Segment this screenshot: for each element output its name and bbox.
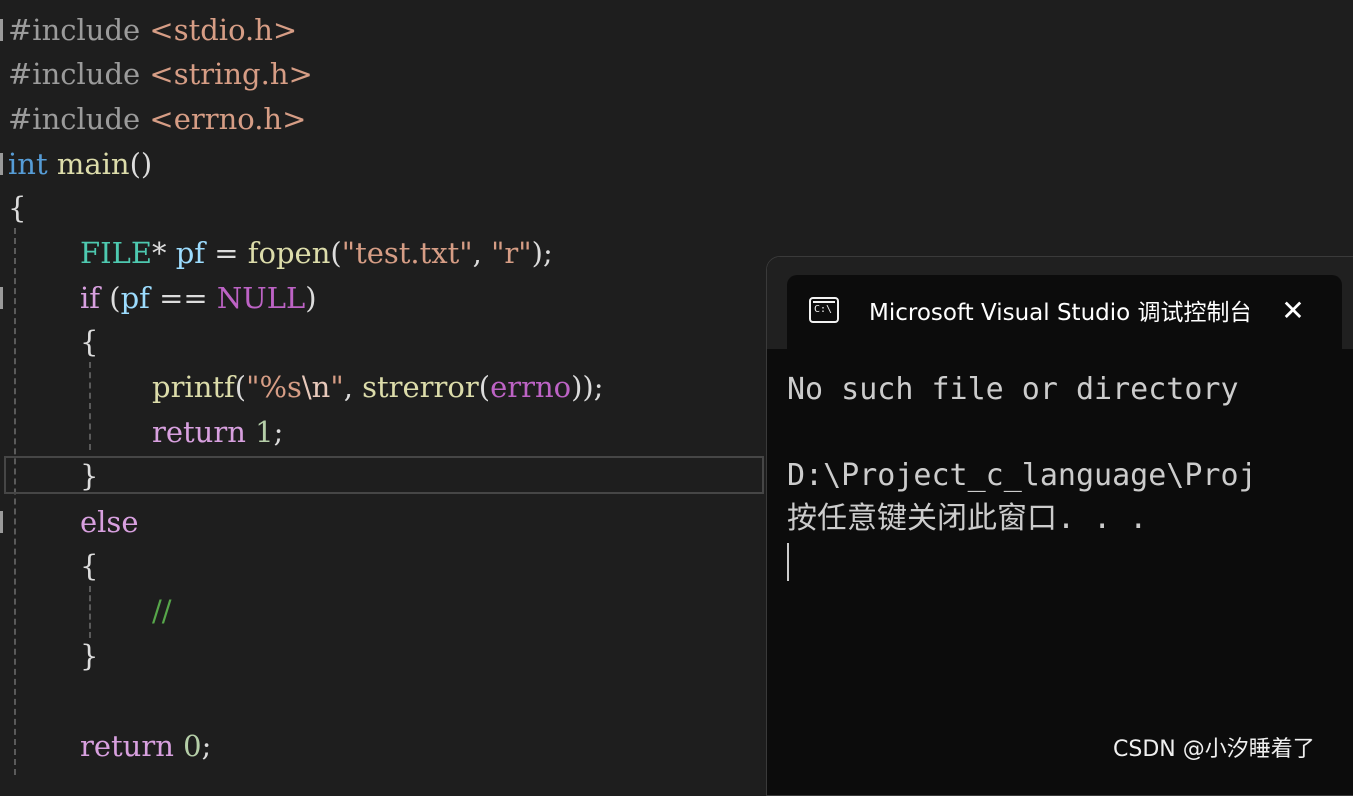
- type-name: FILE: [80, 236, 153, 270]
- indent-guide: [89, 362, 91, 450]
- macro-errno: errno: [490, 370, 572, 404]
- console-tab-title: Microsoft Visual Studio 调试控制台: [869, 300, 1249, 326]
- include-header: <stdio.h>: [149, 13, 298, 47]
- number-literal: 1: [255, 415, 274, 449]
- paren-close: ): [582, 370, 594, 404]
- paren-open: (: [478, 370, 491, 404]
- open-brace: {: [8, 191, 27, 225]
- open-brace: {: [80, 325, 99, 359]
- console-output-line: D:\Project_c_language\Proj: [787, 458, 1257, 493]
- close-tab-button[interactable]: ✕: [1277, 295, 1309, 327]
- code-line-10[interactable]: return 1;: [152, 410, 283, 455]
- code-line-14[interactable]: //: [152, 589, 172, 634]
- close-brace: }: [80, 459, 99, 493]
- paren-open: (: [330, 236, 342, 270]
- equality-operator: ==: [159, 281, 208, 315]
- assign-operator: =: [214, 236, 239, 270]
- preprocessor-directive: #include: [8, 57, 141, 91]
- code-line-8[interactable]: {: [80, 320, 98, 365]
- current-line-highlight: [4, 456, 764, 494]
- function-call: fopen: [247, 236, 331, 270]
- string-literal: "%s: [246, 370, 302, 404]
- terminal-icon: C:\: [809, 297, 839, 323]
- comment: //: [152, 594, 172, 628]
- comma: ,: [343, 370, 353, 404]
- function-call: strerror: [362, 370, 479, 404]
- string-literal: "test.txt": [341, 236, 473, 270]
- text-cursor: [787, 543, 789, 581]
- paren-close: ): [531, 236, 543, 270]
- fold-marker[interactable]: [0, 153, 3, 175]
- code-line-9[interactable]: printf("%s\n", strerror(errno));: [152, 365, 604, 410]
- code-line-12[interactable]: else: [80, 500, 138, 545]
- code-line-2[interactable]: #include <string.h>: [8, 52, 313, 97]
- preprocessor-directive: #include: [8, 102, 141, 136]
- variable-pf: pf: [175, 236, 206, 270]
- code-line-5[interactable]: {: [8, 186, 26, 231]
- keyword-int: int: [8, 147, 48, 181]
- string-literal: ": [330, 370, 344, 404]
- keyword-return: return: [152, 415, 246, 449]
- code-line-11[interactable]: }: [80, 454, 98, 499]
- fold-marker[interactable]: [0, 511, 3, 533]
- keyword-else: else: [80, 505, 139, 539]
- comma: ,: [472, 236, 482, 270]
- semicolon: ;: [593, 370, 604, 404]
- close-brace: }: [80, 639, 99, 673]
- pointer-operator: *: [152, 236, 167, 270]
- punctuation: (): [129, 147, 153, 181]
- code-line-7[interactable]: if (pf == NULL): [80, 276, 317, 321]
- keyword-if: if: [80, 281, 101, 315]
- console-tab[interactable]: C:\ Microsoft Visual Studio 调试控制台 ✕: [787, 275, 1342, 355]
- code-line-6[interactable]: FILE* pf = fopen("test.txt", "r");: [80, 231, 553, 276]
- function-name: main: [56, 147, 130, 181]
- debug-console-window[interactable]: C:\ Microsoft Visual Studio 调试控制台 ✕ No s…: [766, 256, 1353, 796]
- console-output-line: No such file or directory: [787, 372, 1239, 407]
- open-brace: {: [80, 549, 99, 583]
- string-literal: "r": [491, 236, 532, 270]
- console-output-line: 按任意键关闭此窗口. . .: [787, 501, 1148, 536]
- function-call: printf: [152, 370, 235, 404]
- code-line-15[interactable]: }: [80, 634, 98, 679]
- code-line-13[interactable]: {: [80, 544, 98, 589]
- include-header: <string.h>: [149, 57, 313, 91]
- semicolon: ;: [273, 415, 284, 449]
- fold-marker[interactable]: [0, 287, 3, 309]
- escape-sequence: \n: [301, 370, 331, 404]
- code-line-1[interactable]: #include <stdio.h>: [8, 8, 297, 53]
- console-titlebar[interactable]: C:\ Microsoft Visual Studio 调试控制台 ✕: [767, 257, 1353, 355]
- code-line-3[interactable]: #include <errno.h>: [8, 97, 306, 142]
- semicolon: ;: [201, 729, 212, 763]
- paren-close: ): [571, 370, 583, 404]
- macro-null: NULL: [216, 281, 306, 315]
- paren-open: (: [234, 370, 247, 404]
- code-line-17[interactable]: return 0;: [80, 724, 211, 769]
- terminal-icon-label: C:\: [814, 304, 833, 315]
- watermark: CSDN @小汐睡着了: [1113, 737, 1315, 762]
- include-header: <errno.h>: [149, 102, 307, 136]
- keyword-return: return: [80, 729, 174, 763]
- indent-guide: [89, 586, 91, 638]
- indent-guide: [14, 228, 16, 775]
- paren-close: ): [305, 281, 317, 315]
- code-line-4[interactable]: int main(): [8, 142, 152, 187]
- paren-open: (: [109, 281, 121, 315]
- number-literal: 0: [183, 729, 202, 763]
- preprocessor-directive: #include: [8, 13, 141, 47]
- fold-marker[interactable]: [0, 19, 3, 41]
- semicolon: ;: [542, 236, 553, 270]
- variable-pf: pf: [120, 281, 150, 315]
